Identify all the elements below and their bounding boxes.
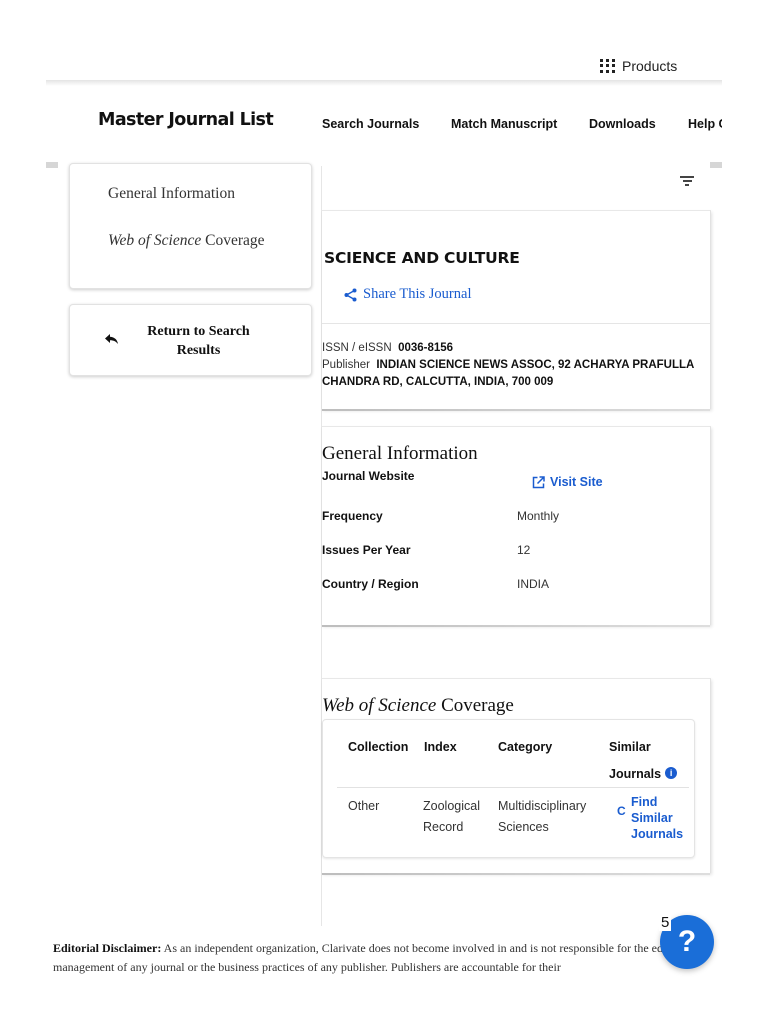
panel-shadow — [322, 873, 710, 875]
country-label: Country / Region — [322, 577, 419, 591]
return-to-search-button[interactable]: Return to Search Results — [69, 304, 312, 376]
similar-journals-icon: C — [617, 804, 626, 818]
brand-logo[interactable]: Master Journal List — [98, 110, 274, 130]
products-label: Products — [622, 58, 678, 74]
info-icon[interactable]: i — [665, 767, 678, 779]
visit-site-label: Visit Site — [550, 475, 603, 489]
nav-search-journals[interactable]: Search Journals — [322, 117, 419, 131]
toc-web-of-science-coverage[interactable]: Web of Science Coverage — [108, 232, 265, 250]
issues-per-year-label: Issues Per Year — [322, 543, 411, 557]
issn-row: ISSN / eISSN 0036-8156 — [322, 342, 453, 354]
publisher-line-1: INDIAN SCIENCE NEWS ASSOC, 92 ACHARYA PR… — [376, 359, 695, 371]
share-icon — [344, 288, 357, 301]
coverage-panel: Web of Science Coverage Collection Index… — [322, 678, 711, 875]
frequency-label: Frequency — [322, 509, 383, 523]
issn-value: 0036-8156 — [398, 342, 454, 354]
scroll-shadow-left — [46, 162, 58, 168]
header-divider — [46, 80, 722, 86]
publisher-line-2: CHANDRA RD, CALCUTTA, INDIA, 700 009 — [322, 376, 554, 388]
disclaimer-heading: Editorial Disclaimer: — [53, 941, 162, 955]
external-link-icon — [532, 475, 545, 488]
header-similar-journals: Similar Journals i — [609, 734, 693, 788]
nav-downloads[interactable]: Downloads — [589, 117, 656, 131]
filter-icon[interactable] — [680, 175, 694, 187]
panel-shadow — [322, 625, 710, 627]
panel-shadow — [322, 409, 710, 411]
scroll-shadow-right — [710, 162, 722, 168]
header-section-divider — [322, 323, 710, 324]
app-grid-icon — [600, 58, 615, 74]
row-collection: Other — [348, 799, 380, 813]
coverage-title-emphasis: Web of Science — [322, 695, 437, 716]
journal-website-label: Journal Website — [322, 469, 415, 483]
editorial-disclaimer: Editorial Disclaimer: As an independent … — [53, 939, 713, 977]
frequency-value: Monthly — [517, 509, 560, 523]
header-category: Category — [498, 740, 553, 754]
row-category: Multidisciplinary Sciences — [498, 799, 587, 834]
nav-help-center[interactable]: Help Center — [688, 117, 722, 131]
share-label: Share This Journal — [363, 286, 472, 302]
find-similar-label: Find Similar Journals — [631, 795, 684, 841]
table-row-divider — [337, 787, 689, 788]
coverage-table: Collection Index Category Similar Journa… — [322, 719, 695, 858]
header-similar-label: Similar Journals — [609, 740, 662, 781]
reply-arrow-icon — [105, 334, 118, 344]
coverage-title-rest: Coverage — [436, 695, 514, 716]
nav-match-manuscript[interactable]: Match Manuscript — [451, 117, 557, 131]
journal-title: SCIENCE AND CULTURE — [324, 249, 520, 267]
question-mark-icon: ? — [677, 925, 697, 958]
issn-label: ISSN / eISSN — [322, 342, 392, 354]
publisher-label: Publisher — [322, 359, 370, 371]
toc-general-information[interactable]: General Information — [108, 185, 235, 203]
share-journal-link[interactable]: Share This Journal — [344, 286, 471, 303]
general-information-panel: General Information Journal Website Visi… — [322, 426, 711, 627]
products-menu[interactable]: Products — [600, 57, 677, 75]
journal-header-panel: SCIENCE AND CULTURE Share This Journal I… — [322, 210, 711, 411]
return-label: Return to Search Results — [147, 324, 250, 358]
header-index: Index — [424, 740, 457, 754]
publisher-row: Publisher INDIAN SCIENCE NEWS ASSOC, 92 … — [322, 359, 694, 371]
row-index: Zoological Record — [423, 799, 480, 834]
section-navigation-card: General Information Web of Science Cover… — [69, 163, 312, 289]
visit-site-link[interactable]: Visit Site — [532, 475, 603, 489]
issues-per-year-value: 12 — [517, 543, 531, 557]
toc-coverage-emphasis: Web of Science — [108, 232, 202, 249]
country-value: INDIA — [517, 577, 550, 591]
toc-coverage-rest: Coverage — [201, 232, 265, 249]
general-information-title: General Information — [322, 443, 478, 464]
publisher-row-2: CHANDRA RD, CALCUTTA, INDIA, 700 009 — [322, 376, 553, 388]
help-notification-badge: 5 — [659, 914, 672, 931]
header-collection: Collection — [348, 740, 409, 754]
coverage-title: Web of Science Coverage — [322, 695, 514, 717]
